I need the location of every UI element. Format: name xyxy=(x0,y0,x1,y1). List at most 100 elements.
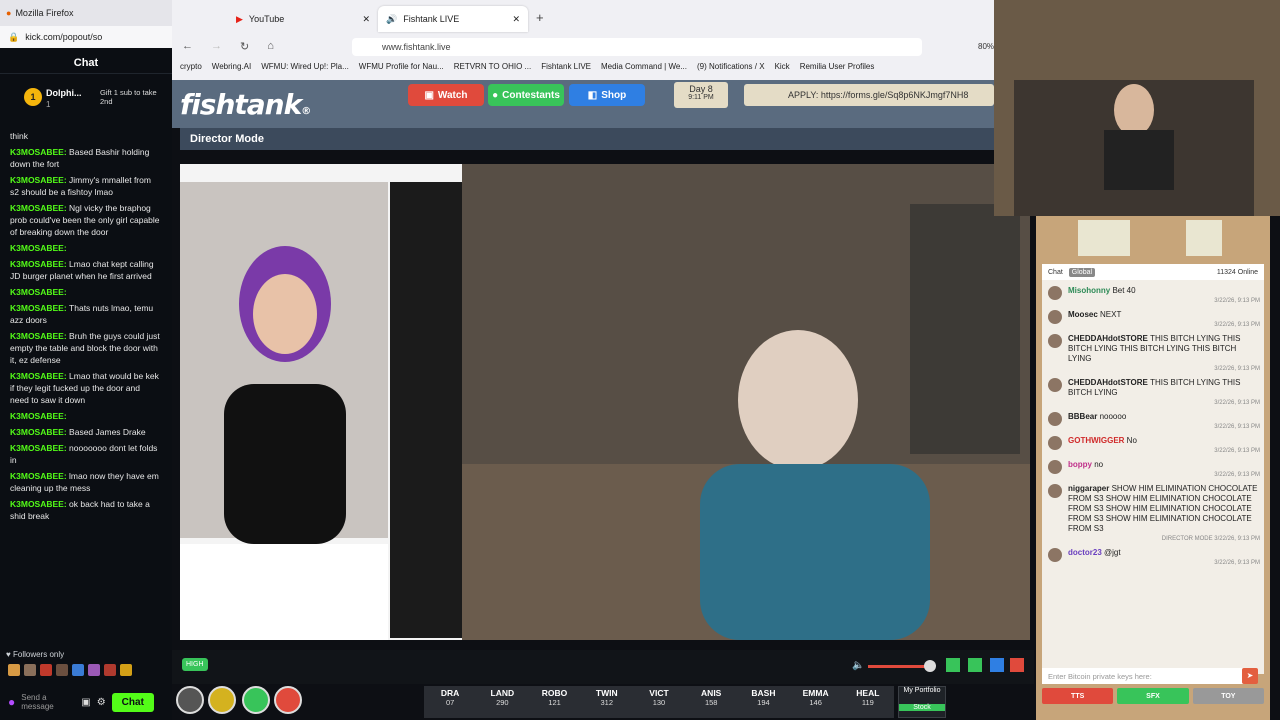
coins-icon[interactable] xyxy=(208,686,236,714)
chat-username[interactable]: CHEDDAHdotSTORE xyxy=(1068,378,1150,387)
avatar[interactable] xyxy=(1048,378,1062,392)
record-icon[interactable] xyxy=(1010,658,1024,672)
emote-icon[interactable] xyxy=(24,664,36,676)
gift-sub-button[interactable]: Gift 1 sub to take 2nd xyxy=(100,88,168,106)
bookmark-item[interactable]: Media Command | We... xyxy=(601,62,687,71)
chat-username[interactable]: K3MOSABEE: xyxy=(10,427,69,437)
chat-username[interactable]: K3MOSABEE: xyxy=(10,303,69,313)
volume-icon[interactable]: 🔈 xyxy=(852,660,864,671)
games-icon[interactable] xyxy=(242,686,270,714)
chat-username[interactable]: CHEDDAHdotSTORE xyxy=(1068,334,1150,343)
bookmark-item[interactable]: Fishtank LIVE xyxy=(541,62,591,71)
avatar[interactable] xyxy=(1048,436,1062,450)
ticker-item[interactable]: EMMA 146 xyxy=(790,686,842,718)
bookmark-item[interactable]: RETVRN TO OHIO ... xyxy=(454,62,532,71)
chat-username[interactable]: Misohonny xyxy=(1068,286,1112,295)
portfolio-widget[interactable]: My Portfolio Stock xyxy=(898,686,946,718)
chat-username[interactable]: K3MOSABEE: xyxy=(10,259,69,269)
bookmark-item[interactable]: Remilia User Profiles xyxy=(800,62,875,71)
sfx-button[interactable]: SFX xyxy=(1117,688,1189,704)
chat-input[interactable]: Enter Bitcoin private keys here: xyxy=(1042,668,1254,684)
chat-username[interactable]: niggaraper xyxy=(1068,484,1112,493)
ticker-item[interactable]: ROBO 121 xyxy=(528,686,580,718)
emote-icon[interactable] xyxy=(72,664,84,676)
ticker-item[interactable]: VICT 130 xyxy=(633,686,685,718)
volume-handle[interactable] xyxy=(924,660,936,672)
bookmark-item[interactable]: WFMU: Wired Up!: Pla... xyxy=(261,62,349,71)
avatar[interactable] xyxy=(1048,484,1062,498)
chat-tab[interactable]: Chat xyxy=(1048,269,1063,276)
chat-username[interactable]: K3MOSABEE: xyxy=(10,175,69,185)
items-icon[interactable] xyxy=(274,686,302,714)
bookmark-item[interactable]: (9) Notifications / X xyxy=(697,62,765,71)
emote-icon[interactable] xyxy=(56,664,68,676)
watch-button[interactable]: ▣ Watch xyxy=(408,84,484,106)
tab-fishtank[interactable]: 🔊 Fishtank LIVE ✕ xyxy=(378,6,528,32)
emote-icon[interactable] xyxy=(40,664,52,676)
avatar[interactable] xyxy=(1048,460,1062,474)
address-bar[interactable]: www.fishtank.live xyxy=(352,38,922,56)
chat-username[interactable]: BBBear xyxy=(1068,412,1100,421)
ticker-item[interactable]: TWIN 312 xyxy=(581,686,633,718)
avatar[interactable] xyxy=(1048,286,1062,300)
mic-icon[interactable]: ● xyxy=(8,695,15,709)
chat-username[interactable]: K3MOSABEE: xyxy=(10,411,67,421)
new-tab-button[interactable]: + xyxy=(536,10,544,25)
contestants-button[interactable]: ● Contestants xyxy=(488,84,564,106)
apply-link[interactable]: APPLY: https://forms.gle/Sq8p6NKJmgf7NH8 xyxy=(744,84,994,106)
top-user[interactable]: Dolphi... xyxy=(46,88,82,98)
clip-icon[interactable] xyxy=(946,658,960,672)
tab-youtube[interactable]: ▶ YouTube ✕ xyxy=(228,6,378,32)
chat-url-bar[interactable]: 🔒 kick.com/popout/so xyxy=(0,26,172,48)
avatar[interactable] xyxy=(1048,334,1062,348)
bookmark-item[interactable]: Webring.AI xyxy=(212,62,251,71)
emote-icon[interactable] xyxy=(104,664,116,676)
emote-icon[interactable] xyxy=(8,664,20,676)
back-icon[interactable]: ← xyxy=(182,40,193,53)
reload-icon[interactable]: ↻ xyxy=(240,40,249,53)
zoom-level[interactable]: 80% xyxy=(978,42,994,51)
forward-icon[interactable]: → xyxy=(211,40,222,53)
home-icon[interactable]: ⌂ xyxy=(267,40,274,53)
emote-icon[interactable] xyxy=(120,664,132,676)
fishtank-logo[interactable]: fishtank® xyxy=(180,88,311,121)
send-icon[interactable]: ➤ xyxy=(1242,668,1258,684)
send-chat-button[interactable]: Chat xyxy=(111,692,154,712)
ticker-item[interactable]: DRA 07 xyxy=(424,686,476,718)
ticker-item[interactable]: HEAL 119 xyxy=(842,686,894,718)
chat-username[interactable]: GOTHWIGGER xyxy=(1068,436,1127,445)
ticker-item[interactable]: LAND 290 xyxy=(476,686,528,718)
chat-username[interactable]: K3MOSABEE: xyxy=(10,331,69,341)
emote-icon[interactable] xyxy=(88,664,100,676)
cast-icon[interactable] xyxy=(968,658,982,672)
message-input[interactable]: Send a message xyxy=(21,693,75,711)
ticker-item[interactable]: ANIS 158 xyxy=(685,686,737,718)
avatar[interactable] xyxy=(1048,310,1062,324)
fullscreen-icon[interactable] xyxy=(990,658,1004,672)
ticker-item[interactable]: BASH 194 xyxy=(737,686,789,718)
chat-username[interactable]: K3MOSABEE: xyxy=(10,371,69,381)
chat-username[interactable]: Moosec xyxy=(1068,310,1100,319)
gift-icon[interactable]: ▣ xyxy=(81,697,90,708)
chat-username[interactable]: doctor23 xyxy=(1068,548,1104,557)
avatar[interactable] xyxy=(1048,412,1062,426)
quality-badge[interactable]: HIGH xyxy=(182,658,208,671)
close-icon[interactable]: ✕ xyxy=(362,14,370,25)
shop-button[interactable]: ◧ Shop xyxy=(569,84,645,106)
chat-username[interactable]: boppy xyxy=(1068,460,1094,469)
bookmark-item[interactable]: Kick xyxy=(775,62,790,71)
gear-icon[interactable]: ⚙ xyxy=(97,697,106,708)
close-icon[interactable]: ✕ xyxy=(512,14,520,25)
live-video-feed[interactable] xyxy=(180,164,1030,640)
emote-bar[interactable] xyxy=(8,664,132,676)
settings-icon[interactable] xyxy=(176,686,204,714)
avatar[interactable] xyxy=(1048,548,1062,562)
toy-button[interactable]: TOY xyxy=(1192,688,1264,704)
bookmark-item[interactable]: WFMU Profile for Nau... xyxy=(359,62,444,71)
chat-username[interactable]: K3MOSABEE: xyxy=(10,147,69,157)
tts-button[interactable]: TTS xyxy=(1042,688,1114,704)
bookmark-item[interactable]: crypto xyxy=(180,62,202,71)
chat-username[interactable]: K3MOSABEE: xyxy=(10,287,67,297)
chat-username[interactable]: K3MOSABEE: xyxy=(10,499,69,509)
global-badge[interactable]: Global xyxy=(1068,267,1096,277)
